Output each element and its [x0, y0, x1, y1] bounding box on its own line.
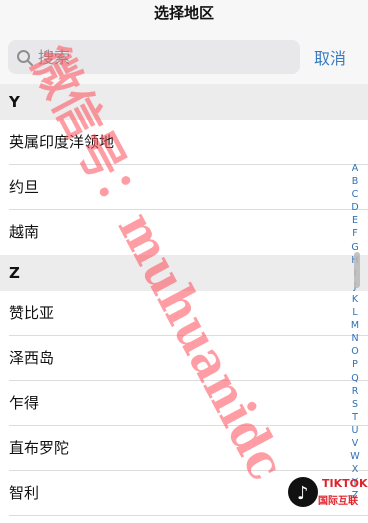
index-letter-c[interactable]: C	[352, 188, 359, 201]
section-header-y: Y	[0, 84, 368, 120]
index-letter-t[interactable]: T	[352, 411, 358, 424]
index-letter-b[interactable]: B	[352, 175, 359, 188]
list-item[interactable]: 乍得	[0, 381, 368, 426]
index-letter-q[interactable]: Q	[351, 372, 358, 385]
index-letter-r[interactable]: R	[352, 385, 359, 398]
search-input[interactable]	[38, 45, 288, 69]
index-letter-e[interactable]: E	[352, 214, 358, 227]
index-letter-w[interactable]: W	[350, 450, 359, 463]
scrollbar-thumb[interactable]	[354, 252, 360, 288]
section-index-bar[interactable]: ABCDEFGHIJKLMNOPQRSTUVWXYZ	[348, 162, 362, 502]
tiktok-note-icon: ♪	[288, 477, 318, 507]
index-letter-f[interactable]: F	[352, 227, 357, 240]
search-bar: 取消	[0, 30, 368, 84]
list-item[interactable]: 越南	[0, 210, 368, 255]
index-letter-n[interactable]: N	[351, 332, 358, 345]
region-list[interactable]: Y 英属印度洋领地 约旦 越南 Z 赞比亚 泽西岛 乍得 直布罗陀 智利	[0, 84, 368, 523]
list-item[interactable]: 赞比亚	[0, 291, 368, 336]
index-letter-o[interactable]: O	[351, 345, 358, 358]
nav-header: 选择地区	[0, 0, 368, 30]
search-field[interactable]	[8, 40, 300, 74]
list-item[interactable]: 约旦	[0, 165, 368, 210]
tiktok-badge: ♪ TIKTOK 国际互联	[288, 473, 368, 513]
cancel-button[interactable]: 取消	[314, 45, 346, 69]
index-letter-v[interactable]: V	[352, 437, 359, 450]
list-item[interactable]: 英属印度洋领地	[0, 120, 368, 165]
list-item[interactable]: 直布罗陀	[0, 426, 368, 471]
section-header-z: Z	[0, 255, 368, 291]
badge-line1: TIKTOK	[322, 477, 368, 490]
index-letter-k[interactable]: K	[352, 293, 358, 306]
index-letter-s[interactable]: S	[352, 398, 358, 411]
index-letter-u[interactable]: U	[352, 424, 359, 437]
list-item[interactable]: 泽西岛	[0, 336, 368, 381]
index-letter-p[interactable]: P	[352, 358, 358, 371]
page-title: 选择地区	[153, 4, 214, 22]
badge-line2: 国际互联	[318, 496, 358, 507]
search-icon	[17, 50, 33, 66]
index-letter-l[interactable]: L	[352, 306, 357, 319]
index-letter-d[interactable]: D	[351, 201, 358, 214]
index-letter-a[interactable]: A	[352, 162, 359, 175]
index-letter-m[interactable]: M	[351, 319, 359, 332]
